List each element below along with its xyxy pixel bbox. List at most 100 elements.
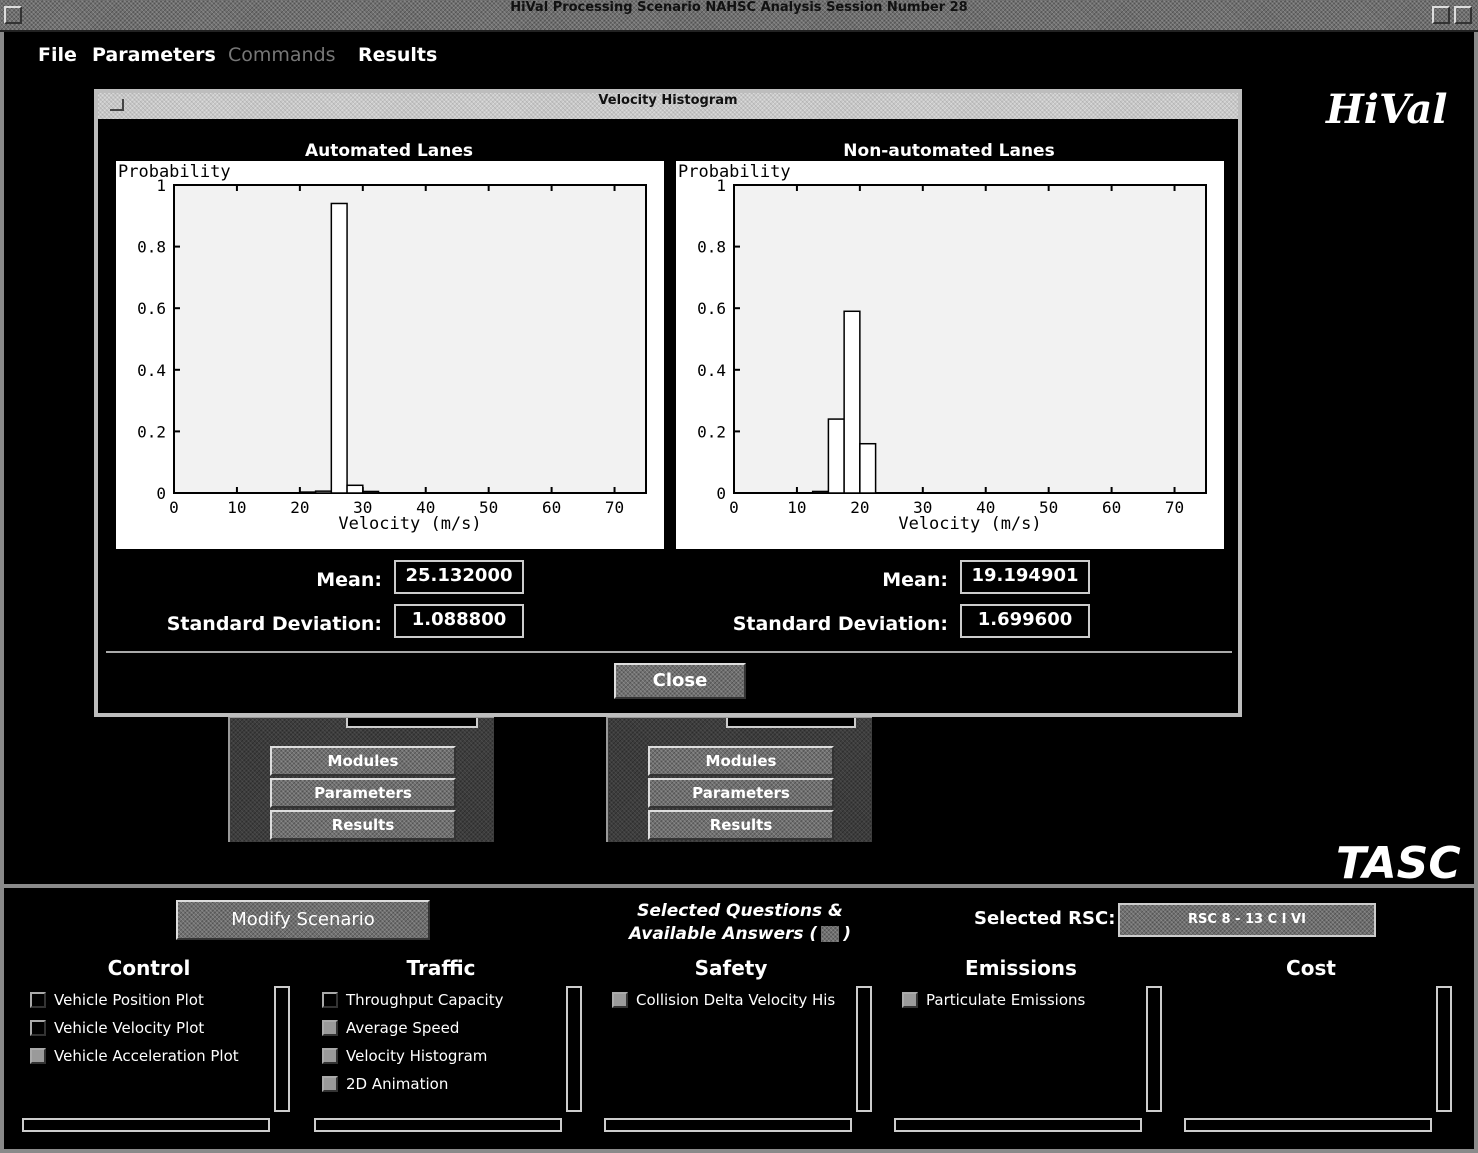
x-tick-label: 60 (542, 498, 561, 517)
panel-dropdown[interactable] (346, 718, 478, 728)
question-label: 2D Animation (346, 1075, 449, 1093)
left-sd-label: Standard Deviation: (166, 613, 382, 635)
question-label: Throughput Capacity (346, 991, 504, 1009)
histogram-bar (330, 202, 348, 494)
x-tick-label: 50 (479, 498, 498, 517)
question-checkbox[interactable] (322, 1020, 338, 1036)
question-label: Particulate Emissions (926, 991, 1086, 1009)
y-tick-label: 1 (716, 176, 726, 195)
non-automated-histogram: Probability 0 0.2 0.4 0.6 0.8 1 0 10 20 30 40 50 60 70… (676, 161, 1224, 549)
y-tick-label: 0.4 (137, 361, 166, 380)
x-axis-label: Velocity (m/s) (898, 514, 1041, 534)
menu-results[interactable]: Results (358, 44, 437, 72)
x-tick-label: 20 (290, 498, 309, 517)
category-heading: Emissions (965, 956, 1077, 980)
category-control: Control Vehicle Position Plot Vehicle Velo… (22, 952, 296, 1142)
question-checkbox[interactable] (322, 992, 338, 1008)
question-item[interactable]: Average Speed (322, 1014, 459, 1042)
tasc-logo: TASC (1336, 838, 1461, 889)
x-tick-label: 10 (787, 498, 806, 517)
left-parameters-button[interactable]: Parameters (270, 778, 456, 808)
question-checkbox[interactable] (30, 992, 46, 1008)
menu-parameters[interactable]: Parameters (92, 44, 216, 72)
histogram-bar (299, 491, 317, 494)
question-checkbox[interactable] (30, 1048, 46, 1064)
selected-rsc-label: Selected RSC: (974, 908, 1116, 929)
vertical-scrollbar[interactable] (566, 986, 582, 1112)
question-item[interactable]: Collision Delta Velocity His (612, 986, 835, 1014)
vertical-scrollbar[interactable] (1436, 986, 1452, 1112)
question-checkbox[interactable] (322, 1048, 338, 1064)
y-tick-label: 1 (156, 176, 166, 195)
vertical-scrollbar[interactable] (274, 986, 290, 1112)
automated-histogram: Probability 0 0.2 0.4 0.6 0.8 1 0 10 20 30 40 50 60 70… (116, 161, 664, 549)
dialog-menu-icon[interactable] (110, 99, 124, 111)
question-label: Vehicle Position Plot (54, 991, 204, 1009)
histogram-bar (827, 418, 845, 494)
question-item[interactable]: Particulate Emissions (902, 986, 1085, 1014)
right-parameters-button[interactable]: Parameters (648, 778, 834, 808)
question-checkbox[interactable] (902, 992, 918, 1008)
panel-dropdown[interactable] (726, 718, 856, 728)
left-results-button[interactable]: Results (270, 810, 456, 840)
question-label: Average Speed (346, 1019, 460, 1037)
y-tick-label: 0.6 (137, 299, 166, 318)
question-label: Velocity Histogram (346, 1047, 488, 1065)
question-item[interactable]: Throughput Capacity (322, 986, 503, 1014)
right-modules-button[interactable]: Modules (648, 746, 834, 776)
left-modules-button[interactable]: Modules (270, 746, 456, 776)
question-checkbox[interactable] (322, 1076, 338, 1092)
selected-rsc-field[interactable]: RSC 8 - 13 C I VI (1118, 903, 1376, 937)
category-traffic: Traffic Throughput Capacity Average Speed V… (314, 952, 588, 1142)
menu-file[interactable]: File (38, 44, 77, 72)
category-heading: Traffic (406, 956, 476, 980)
y-tick-label: 0.2 (137, 422, 166, 441)
y-tick-label: 0.2 (697, 422, 726, 441)
minimize-icon[interactable] (1432, 6, 1450, 24)
category-safety: Safety Collision Delta Velocity His (604, 952, 878, 1142)
question-checkbox[interactable] (30, 1020, 46, 1036)
right-module-panel: Modules Parameters Results (606, 716, 872, 842)
vertical-scrollbar[interactable] (1146, 986, 1162, 1112)
window-menu-icon[interactable] (4, 6, 22, 24)
modify-scenario-button[interactable]: Modify Scenario (176, 900, 430, 940)
question-label: Vehicle Acceleration Plot (54, 1047, 239, 1065)
horizontal-scrollbar[interactable] (1184, 1118, 1432, 1132)
horizontal-scrollbar[interactable] (894, 1118, 1142, 1132)
category-emissions: Emissions Particulate Emissions (894, 952, 1168, 1142)
question-item[interactable]: 2D Animation (322, 1070, 448, 1098)
selected-questions-label: Selected Questions & Available Answers (… (629, 901, 851, 944)
right-mean-label: Mean: (882, 569, 948, 591)
left-module-panel: Modules Parameters Results (228, 716, 494, 842)
horizontal-scrollbar[interactable] (604, 1118, 852, 1132)
horizontal-scrollbar[interactable] (22, 1118, 270, 1132)
horizontal-scrollbar[interactable] (314, 1118, 562, 1132)
y-axis-label: Probability (678, 162, 791, 182)
right-sd-label: Standard Deviation: (732, 613, 948, 635)
x-tick-label: 50 (1039, 498, 1058, 517)
y-tick-label: 0.8 (137, 238, 166, 257)
y-tick-label: 0.6 (697, 299, 726, 318)
question-item[interactable]: Vehicle Velocity Plot (30, 1014, 204, 1042)
divider (0, 884, 1478, 888)
question-checkbox[interactable] (612, 992, 628, 1008)
histogram-bar (314, 490, 333, 494)
close-button[interactable]: Close (614, 663, 746, 699)
y-tick-label: 0.8 (697, 238, 726, 257)
vertical-scrollbar[interactable] (856, 986, 872, 1112)
y-tick-label: 0.4 (697, 361, 726, 380)
velocity-histogram-dialog: Velocity Histogram Automated Lanes Non-a… (94, 89, 1242, 717)
question-item[interactable]: Velocity Histogram (322, 1042, 487, 1070)
plot-area (173, 184, 647, 494)
question-item[interactable]: Vehicle Acceleration Plot (30, 1042, 239, 1070)
maximize-icon[interactable] (1454, 6, 1472, 24)
right-results-button[interactable]: Results (648, 810, 834, 840)
answers-indicator (821, 926, 840, 942)
automated-lanes-heading: Automated Lanes (304, 141, 474, 161)
plot-area (733, 184, 1207, 494)
left-mean-value: 25.132000 (394, 560, 524, 594)
menu-commands[interactable]: Commands (228, 44, 336, 72)
automated-histogram-svg: Probability00.20.40.60.810 10 20 30 40 50 60 70… (118, 162, 647, 534)
category-heading: Cost (1286, 956, 1336, 980)
question-item[interactable]: Vehicle Position Plot (30, 986, 204, 1014)
